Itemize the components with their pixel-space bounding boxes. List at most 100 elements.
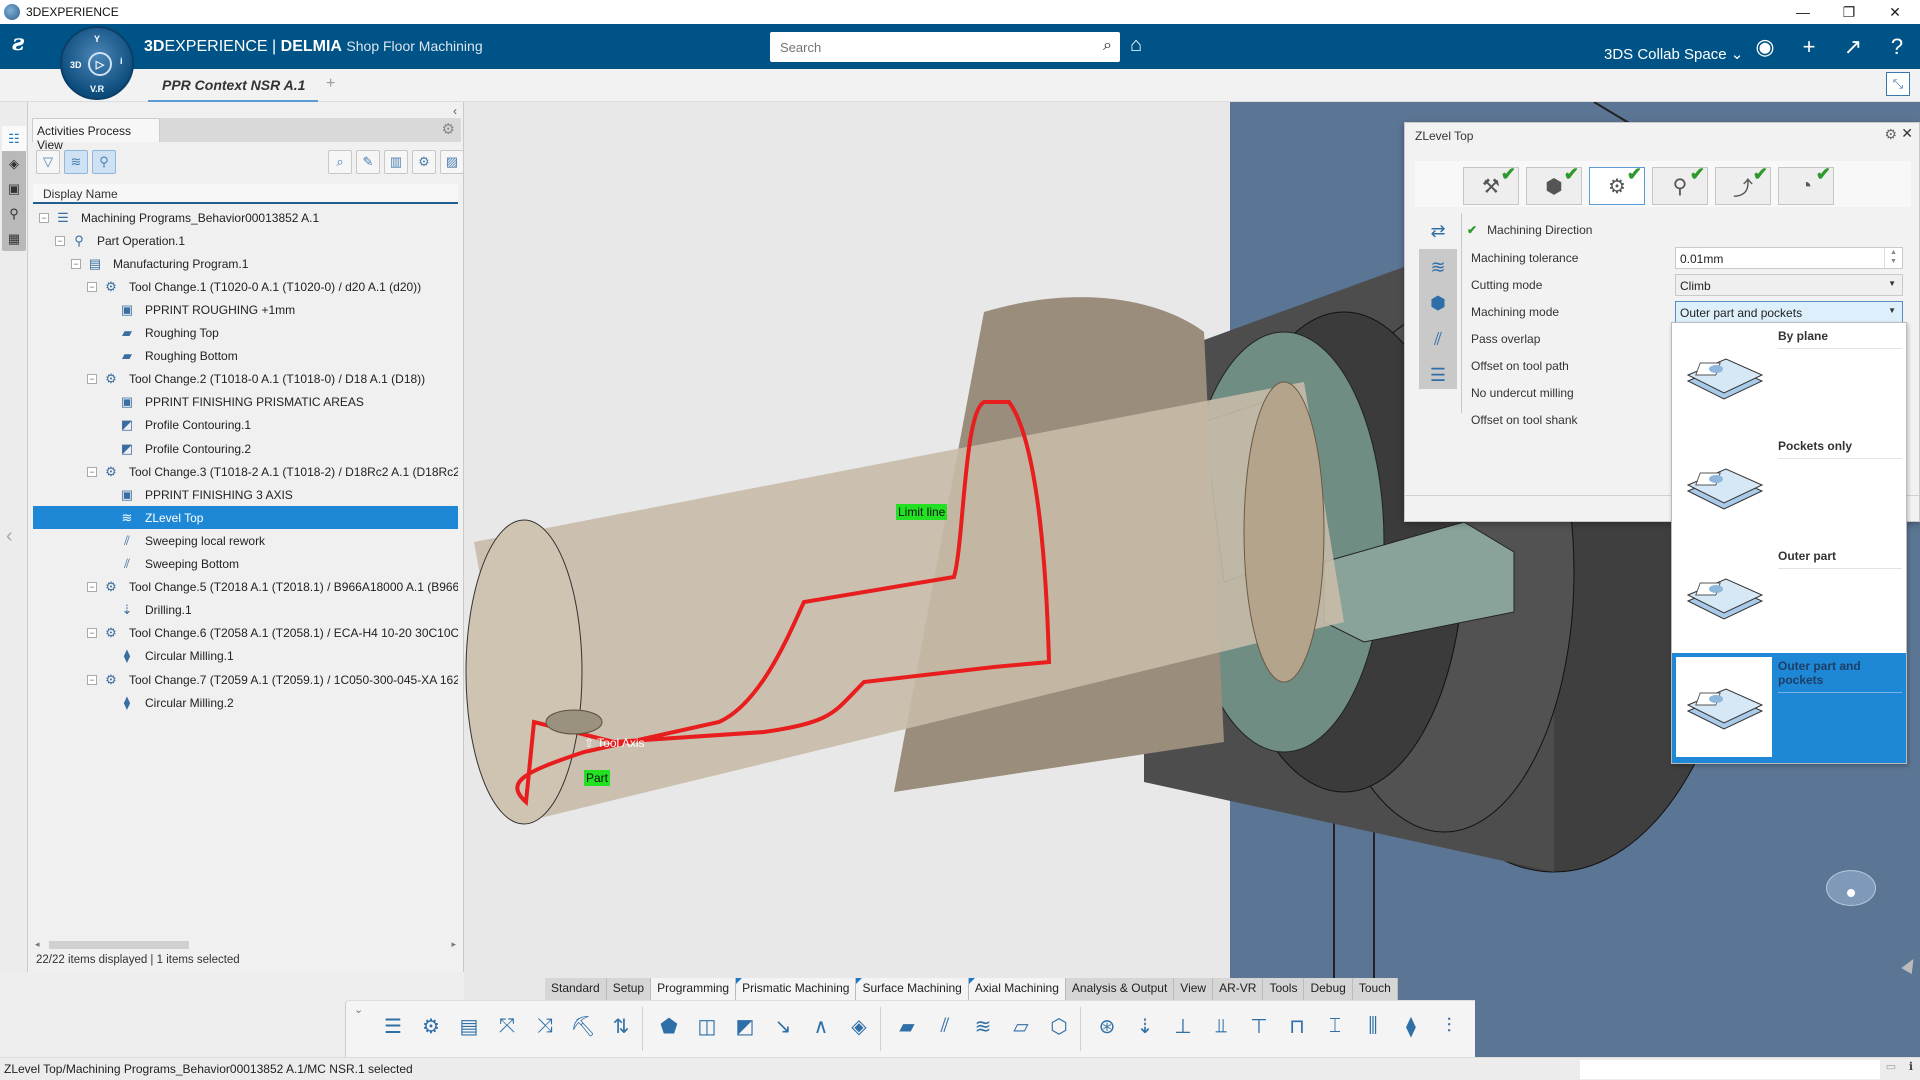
tree-item[interactable]: − ⚲ Part Operation.1	[33, 229, 458, 252]
compass-vr-label[interactable]: V.R	[90, 84, 104, 94]
tab-label[interactable]: Debug	[1310, 981, 1345, 995]
tree-item[interactable]: ⫽ Sweeping local rework	[33, 529, 458, 552]
tab-ar-vr[interactable]: AR-VR	[1213, 978, 1264, 1000]
profile-icon[interactable]: ↘	[768, 1011, 798, 1041]
tab-activities-process-view[interactable]: Activities Process View	[32, 118, 160, 152]
tab-programming[interactable]: Programming	[651, 978, 737, 1000]
tool-assembly-icon[interactable]: ⛏	[568, 1011, 598, 1041]
program-icon[interactable]: ▣	[2, 176, 26, 201]
option-label[interactable]: Pockets only	[1778, 439, 1902, 459]
tab-label[interactable]: AR-VR	[1219, 981, 1256, 995]
tab-label[interactable]: View	[1180, 981, 1206, 995]
find-icon[interactable]: ⌕	[328, 150, 352, 174]
compass-info-label[interactable]: i	[120, 56, 123, 66]
tab-label[interactable]: Prismatic Machining	[742, 981, 849, 995]
tree-item[interactable]: − ☰ Machining Programs_Behavior00013852 A.…	[33, 206, 458, 229]
machining-direction-icon[interactable]: ⇄	[1419, 213, 1457, 249]
option-label[interactable]: Outer part	[1778, 549, 1902, 569]
expand-action-bar-icon[interactable]: ⌄	[354, 1003, 363, 1016]
manufacturing-program-icon[interactable]: ☰	[378, 1011, 408, 1041]
tab-label[interactable]: Setup	[613, 981, 644, 995]
point-to-point-icon[interactable]: ◈	[844, 1011, 874, 1041]
tab-label[interactable]: Standard	[551, 981, 600, 995]
tree-item[interactable]: − ⚙ Tool Change.5 (T2018 A.1 (T2018.1) / B…	[33, 576, 458, 599]
boring-icon[interactable]: ⊤	[1244, 1011, 1274, 1041]
view-compass-icon[interactable]	[1826, 870, 1876, 906]
settings-icon[interactable]: ⚙	[412, 150, 436, 174]
pprint-icon[interactable]: ▤	[454, 1011, 484, 1041]
dialog-close-icon[interactable]: ✕	[1901, 125, 1913, 142]
tab-analysis-output[interactable]: Analysis & Output	[1065, 978, 1175, 1000]
collab-space-selector[interactable]: 3DS Collab Space ⌄	[1604, 45, 1743, 63]
t-slotting-icon[interactable]: ⊓	[1282, 1011, 1312, 1041]
tool-change-icon[interactable]: ⚙	[416, 1011, 446, 1041]
tab-tools[interactable]: Tools	[1263, 978, 1305, 1000]
compass-widget[interactable]: Y 3D ▷ i V.R	[60, 26, 134, 100]
list-icon[interactable]: ☰	[1419, 357, 1457, 393]
tree-item[interactable]: − ⚙ Tool Change.6 (T2058 A.1 (T2058.1) / E…	[33, 622, 458, 645]
display-icon[interactable]: ▭	[1882, 1060, 1900, 1078]
tab-label[interactable]: Tools	[1269, 981, 1297, 995]
tab-label[interactable]: Programming	[657, 981, 729, 995]
option-label[interactable]: By plane	[1778, 329, 1902, 349]
tree-item[interactable]: ⫽ Sweeping Bottom	[33, 553, 458, 576]
collapse-icon[interactable]: ‹	[453, 104, 457, 118]
zlevel-icon[interactable]: ≋	[968, 1011, 998, 1041]
resources-icon[interactable]: ◈	[2, 151, 26, 176]
collapse-node-icon[interactable]: −	[87, 582, 97, 593]
collapse-node-icon[interactable]: −	[55, 235, 65, 246]
close-window-button[interactable]: ✕	[1872, 0, 1918, 24]
tab-debug[interactable]: Debug	[1304, 978, 1353, 1000]
machining-mode-dropdown-list[interactable]: By plane Pockets only Outer part Outer part…	[1671, 322, 1907, 764]
tree-item[interactable]: ⇣ Drilling.1	[33, 599, 458, 622]
process-tree-icon[interactable]: ☷	[2, 126, 26, 151]
stepover-icon[interactable]: ≋	[1419, 249, 1457, 285]
tree-item[interactable]: − ▤ Manufacturing Program.1	[33, 252, 458, 275]
tree-item[interactable]: − ⚙ Tool Change.2 (T1018-0 A.1 (T1018-0) /…	[33, 368, 458, 391]
tree-item[interactable]: ▰ Roughing Top	[33, 322, 458, 345]
spot-drilling-icon[interactable]: ⊥	[1168, 1011, 1198, 1041]
sweeping-icon[interactable]: ⫽	[930, 1011, 960, 1041]
field-value[interactable]: Climb	[1680, 279, 1711, 293]
collapse-node-icon[interactable]: −	[39, 212, 49, 223]
spinner-icon[interactable]: ▲ ▼	[1884, 248, 1902, 268]
field-value[interactable]: 0.01mm	[1680, 252, 1723, 266]
horizontal-scrollbar[interactable]: ◂ ▸	[33, 939, 458, 951]
tab-prismatic-machining[interactable]: Prismatic Machining	[736, 978, 857, 1000]
tree-item[interactable]: ◩ Profile Contouring.1	[33, 414, 458, 437]
dropdown-option[interactable]: Outer part	[1672, 543, 1906, 653]
edit-columns-icon[interactable]: ▥	[384, 150, 408, 174]
tag-icon[interactable]: ⌂	[1130, 34, 1142, 57]
tab-label[interactable]: Axial Machining	[975, 981, 1059, 995]
tool-assembly-icon[interactable]: ⚒ ✔	[1463, 164, 1519, 205]
part-label[interactable]: Part	[584, 770, 611, 786]
scroll-left-icon[interactable]: ◂	[35, 939, 40, 950]
curve-following-icon[interactable]: ∧	[806, 1011, 836, 1041]
dropdown-option[interactable]: By plane	[1672, 323, 1906, 433]
multi-pocket-icon[interactable]: ▱	[1006, 1011, 1036, 1041]
collapse-panel-icon[interactable]: ‹	[6, 525, 13, 548]
scroll-right-icon[interactable]: ▸	[451, 939, 456, 950]
machine-icon[interactable]: ⚲	[2, 201, 26, 226]
tree-item[interactable]: − ⚙ Tool Change.7 (T2059 A.1 (T2059.1) / 1…	[33, 668, 458, 691]
compass-top-label[interactable]: Y	[94, 34, 100, 44]
machining-tolerance-field[interactable]: 0.01mm ▲ ▼	[1675, 247, 1903, 269]
new-tab-button[interactable]: +	[326, 75, 335, 93]
tree-item[interactable]: ▰ Roughing Bottom	[33, 345, 458, 368]
resource-filter-icon[interactable]: ⚲	[92, 150, 116, 174]
macros-icon[interactable]: ⚲ ✔	[1652, 164, 1708, 205]
tree-item[interactable]: ▣ PPRINT ROUGHING +1mm	[33, 298, 458, 321]
option-label[interactable]: Outer part and pockets	[1778, 659, 1902, 693]
roughing-icon[interactable]: ▰	[892, 1011, 922, 1041]
tab-label[interactable]: Touch	[1359, 981, 1391, 995]
collapse-node-icon[interactable]: −	[87, 374, 97, 385]
hole-features-icon[interactable]: ⊛	[1092, 1011, 1122, 1041]
contour-driven-icon[interactable]: ⬡	[1044, 1011, 1074, 1041]
geometry-icon[interactable]: ⬢ ✔	[1526, 164, 1582, 205]
share-icon[interactable]: ↗	[1838, 34, 1868, 60]
tree-item[interactable]: ▣ PPRINT FINISHING PRISMATIC AREAS	[33, 391, 458, 414]
help-icon[interactable]: ?	[1882, 34, 1912, 60]
tab-surface-machining[interactable]: Surface Machining	[856, 978, 969, 1000]
thread-milling-icon[interactable]: ⫼	[1358, 1011, 1388, 1041]
feeds-icon[interactable]: ⤴ ✔	[1715, 164, 1771, 205]
